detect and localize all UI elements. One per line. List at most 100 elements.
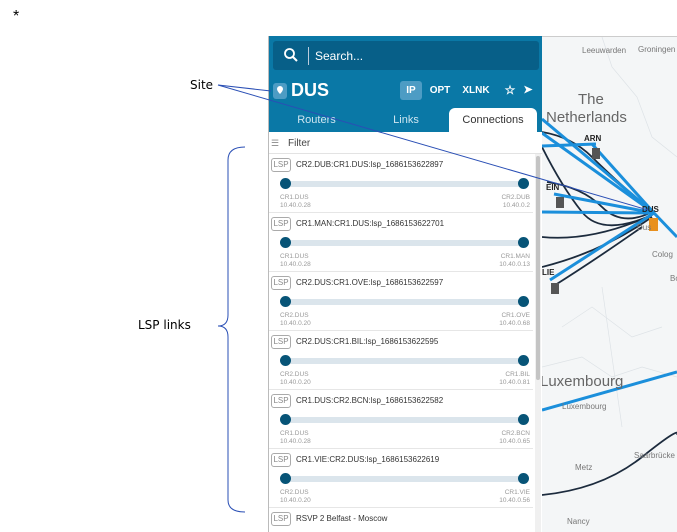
site-marker-arn[interactable]: ARN (584, 134, 601, 143)
endpoint-z: CR2.BCN 10.40.0.65 (499, 430, 530, 446)
connection-item[interactable]: LSP CR1.DUS:CR2.BCN:lsp_1686153622582 CR1… (269, 390, 533, 449)
endpoint-a-ip: 10.40.0.28 (280, 261, 311, 268)
lsp-links-annotation: LSP links (138, 318, 191, 332)
connection-item[interactable]: LSP CR2.DUS:CR1.OVE:lsp_1686153622597 CR2… (269, 272, 533, 331)
connection-item[interactable]: LSP CR1.MAN:CR1.DUS:lsp_1686153622701 CR1… (269, 213, 533, 272)
endpoint-z: CR1.OVE 10.40.0.68 (499, 312, 530, 328)
endpoint-a-ip: 10.40.0.28 (280, 202, 311, 209)
lsp-badge: LSP (271, 453, 291, 467)
endpoint-z-ip: 10.40.0.2 (502, 202, 530, 209)
opt-layer-button[interactable]: OPT (427, 81, 453, 100)
map-view[interactable]: Leeuwarden Groningen The Netherlands Lux… (542, 36, 677, 532)
filter-button[interactable]: ☰ Filter (269, 134, 542, 154)
endpoint-a-name: CR2.DUS (280, 489, 309, 496)
connection-name: CR2.DUS:CR1.OVE:lsp_1686153622597 (296, 278, 444, 287)
map-label: Bo (670, 274, 677, 283)
lsp-badge: LSP (271, 335, 291, 349)
map-label: Leeuwarden (582, 46, 627, 55)
connection-name: RSVP 2 Belfast - Moscow (296, 514, 388, 523)
connection-list: LSP CR2.DUB:CR1.DUS:lsp_1686153622897 CR1… (269, 154, 533, 528)
endpoint-a-ip: 10.40.0.20 (280, 320, 311, 327)
search-input[interactable]: Search... (273, 41, 539, 70)
map-label: Nancy (567, 517, 590, 526)
endpoint-z-dot (518, 296, 529, 307)
tab-routers[interactable]: Routers (269, 108, 364, 132)
endpoint-z-ip: 10.40.0.65 (499, 438, 530, 445)
endpoint-a: CR2.DUS 10.40.0.20 (280, 312, 311, 328)
endpoint-z: CR1.MAN 10.40.0.13 (499, 253, 530, 269)
tab-connections[interactable]: Connections (449, 108, 537, 132)
endpoint-z-name: CR2.BCN (501, 430, 530, 437)
endpoint-z: CR1.VIE 10.40.0.56 (499, 489, 530, 505)
endpoint-a-name: CR2.DUS (280, 312, 309, 319)
connection-name: CR1.MAN:CR1.DUS:lsp_1686153622701 (296, 219, 445, 228)
site-panel: Search... DUS IP OPT XLNK ☆ ➤ Routers Li… (268, 36, 542, 532)
endpoint-a-name: CR1.DUS (280, 430, 309, 437)
endpoint-z-ip: 10.40.0.68 (499, 320, 530, 327)
endpoint-a-dot (280, 414, 291, 425)
map-label: Dus (637, 223, 652, 232)
endpoint-a: CR1.DUS 10.40.0.28 (280, 430, 311, 446)
connection-name: CR1.VIE:CR2.DUS:lsp_1686153622619 (296, 455, 440, 464)
connection-item[interactable]: LSP CR2.DUS:CR1.BIL:lsp_1686153622595 CR2… (269, 331, 533, 390)
site-marker-ein[interactable]: EIN (546, 183, 559, 192)
connection-bar (283, 417, 523, 423)
connection-bar (283, 358, 523, 364)
map-label: The (578, 91, 604, 108)
map-label: Groningen (638, 45, 676, 54)
endpoint-a-dot (280, 355, 291, 366)
endpoint-z-name: CR1.VIE (504, 489, 530, 496)
xlnk-layer-button[interactable]: XLNK (461, 81, 491, 100)
map-label: Colog (652, 250, 673, 259)
site-marker-lie[interactable]: LIE (542, 268, 554, 277)
endpoint-z-name: CR1.OVE (501, 312, 530, 319)
navigate-icon[interactable]: ➤ (521, 81, 535, 100)
endpoint-a-name: CR2.DUS (280, 371, 309, 378)
map-pin-icon (273, 83, 287, 99)
map-label: Luxembourg (542, 373, 624, 390)
filter-label: Filter (288, 138, 311, 149)
connection-item[interactable]: LSP RSVP 2 Belfast - Moscow (269, 508, 533, 528)
endpoint-z-dot (518, 414, 529, 425)
endpoint-a-ip: 10.40.0.20 (280, 379, 311, 386)
endpoint-a: CR2.DUS 10.40.0.20 (280, 371, 311, 387)
connection-name: CR2.DUS:CR1.BIL:lsp_1686153622595 (296, 337, 439, 346)
connection-item[interactable]: LSP CR2.DUB:CR1.DUS:lsp_1686153622897 CR1… (269, 154, 533, 213)
endpoint-z-ip: 10.40.0.81 (499, 379, 530, 386)
map-label: Luxembourg (562, 402, 607, 411)
lsp-badge: LSP (271, 158, 291, 172)
endpoint-a: CR1.DUS 10.40.0.28 (280, 253, 311, 269)
endpoint-a-dot (280, 237, 291, 248)
endpoint-z-dot (518, 178, 529, 189)
site-title: DUS (291, 80, 330, 100)
connection-item[interactable]: LSP CR1.VIE:CR2.DUS:lsp_1686153622619 CR2… (269, 449, 533, 508)
endpoint-z-dot (518, 355, 529, 366)
endpoint-z-dot (518, 237, 529, 248)
endpoint-z-ip: 10.40.0.13 (499, 261, 530, 268)
endpoint-a-dot (280, 178, 291, 189)
connection-bar (283, 181, 523, 187)
endpoint-a-ip: 10.40.0.20 (280, 497, 311, 504)
connection-bar (283, 299, 523, 305)
filter-icon: ☰ (271, 138, 280, 148)
endpoint-a: CR1.DUS 10.40.0.28 (280, 194, 311, 210)
lsp-badge: LSP (271, 276, 291, 290)
lsp-badge: LSP (271, 512, 291, 526)
ip-layer-button[interactable]: IP (400, 81, 422, 100)
map-label: Netherlands (546, 109, 627, 126)
endpoint-z: CR1.BIL 10.40.0.81 (499, 371, 530, 387)
connection-name: CR1.DUS:CR2.BCN:lsp_1686153622582 (296, 396, 444, 405)
panel-header: Search... DUS IP OPT XLNK ☆ ➤ Routers Li… (269, 36, 542, 132)
endpoint-z-ip: 10.40.0.56 (499, 497, 530, 504)
tab-links[interactable]: Links (364, 108, 448, 132)
site-marker-dus[interactable]: DUS (642, 205, 659, 214)
star-icon[interactable]: ☆ (503, 81, 517, 100)
lsp-badge: LSP (271, 217, 291, 231)
scrollbar-thumb[interactable] (536, 156, 540, 380)
endpoint-z-name: CR1.BIL (505, 371, 530, 378)
endpoint-z: CR2.DUB 10.40.0.2 (501, 194, 530, 210)
endpoint-a-dot (280, 296, 291, 307)
search-icon (284, 48, 298, 62)
endpoint-z-dot (518, 473, 529, 484)
site-annotation: Site (190, 78, 214, 92)
